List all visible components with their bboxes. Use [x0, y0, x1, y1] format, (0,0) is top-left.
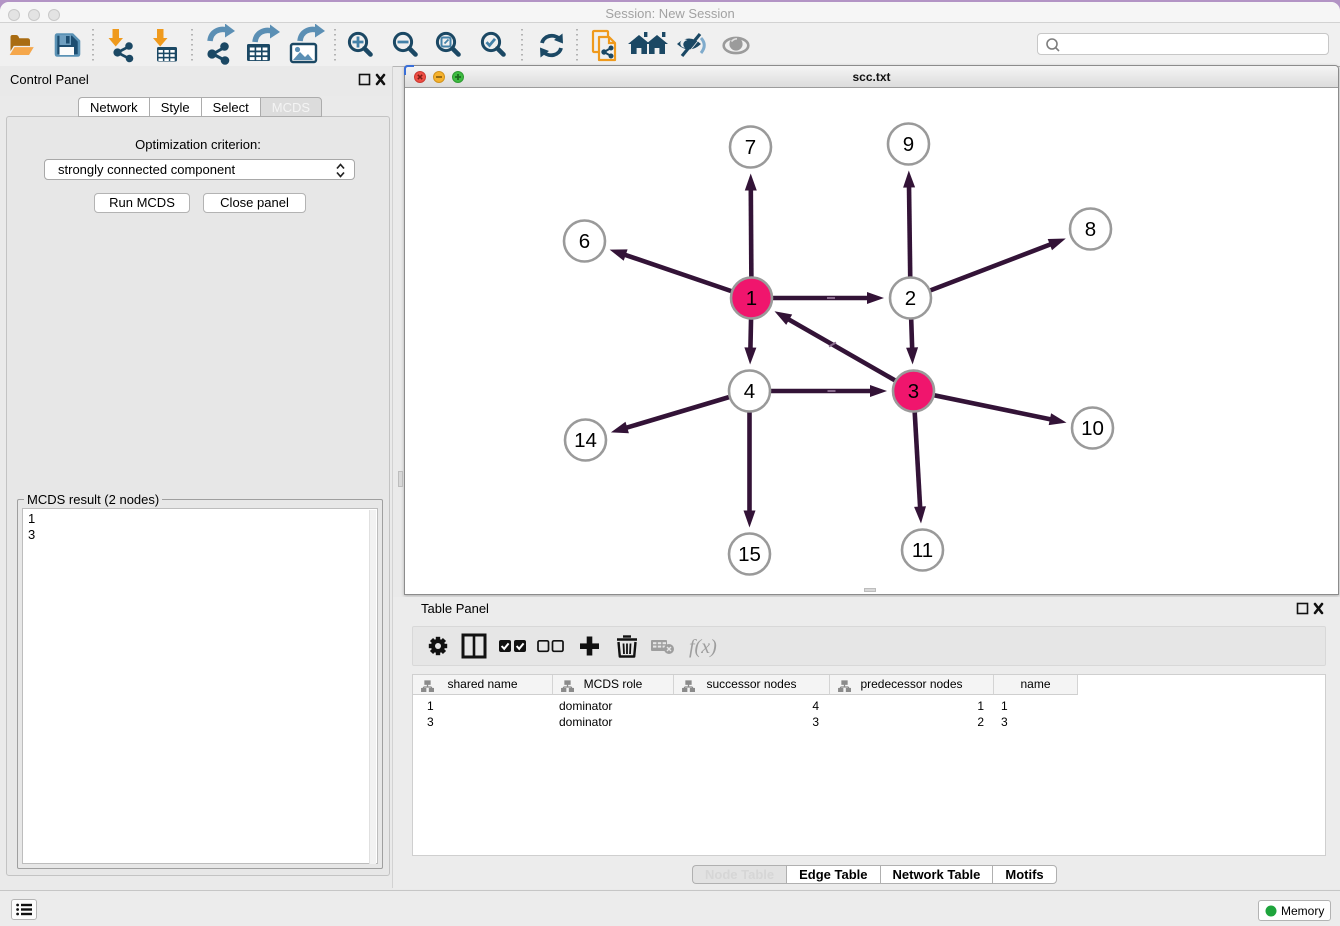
svg-text:1: 1	[746, 287, 757, 310]
svg-text:7: 7	[745, 136, 756, 159]
svg-text:15: 15	[738, 543, 761, 566]
svg-text:4: 4	[744, 380, 755, 403]
svg-text:2: 2	[905, 287, 916, 310]
svg-text:11: 11	[912, 539, 933, 562]
svg-text:8: 8	[1085, 218, 1096, 241]
svg-text:10: 10	[1081, 417, 1104, 440]
svg-text:9: 9	[903, 133, 914, 156]
svg-text:f(x): f(x)	[689, 636, 717, 658]
svg-text:6: 6	[579, 230, 590, 253]
svg-text:3: 3	[908, 380, 919, 403]
svg-text:14: 14	[574, 429, 597, 452]
